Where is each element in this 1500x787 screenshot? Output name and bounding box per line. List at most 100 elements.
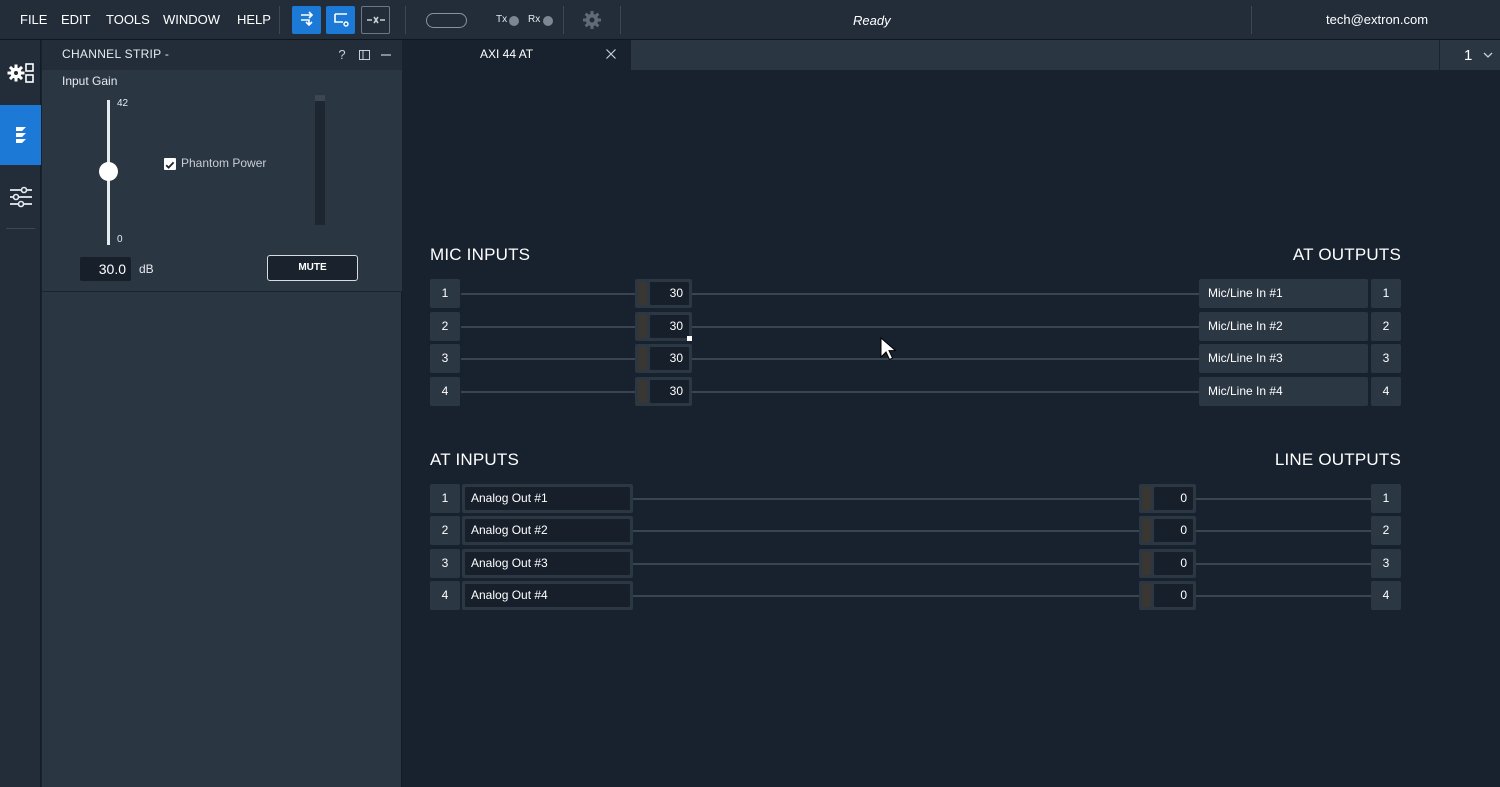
- signal-line: [692, 325, 1199, 328]
- mic-input-number[interactable]: 1: [430, 279, 460, 308]
- line-gain-value[interactable]: 0: [1154, 551, 1193, 575]
- gain-unit-label: dB: [139, 262, 154, 276]
- toolbar-divider: [279, 6, 280, 34]
- at-input-number[interactable]: 4: [430, 581, 460, 610]
- minimize-icon[interactable]: [378, 40, 394, 70]
- mic-gain-control[interactable]: 30: [635, 279, 692, 308]
- gain-bar: [1142, 519, 1151, 542]
- line-gain-control[interactable]: 0: [1139, 483, 1196, 513]
- signal-line: [632, 562, 1139, 565]
- live-toggle[interactable]: [426, 13, 467, 28]
- tx-label: Tx: [496, 14, 508, 25]
- at-output-number[interactable]: 4: [1371, 376, 1401, 406]
- line-gain-control[interactable]: 0: [1139, 548, 1196, 578]
- rail-mixer[interactable]: [0, 167, 41, 227]
- tab-axi-44-at[interactable]: AXI 44 AT: [403, 40, 631, 70]
- mic-gain-value[interactable]: 30: [650, 379, 689, 403]
- rail-device-settings[interactable]: [0, 43, 41, 103]
- mic-input-number[interactable]: 3: [430, 344, 460, 373]
- at-output-number[interactable]: 3: [1371, 344, 1401, 373]
- line-output-number[interactable]: 3: [1371, 548, 1401, 578]
- line-output-number[interactable]: 4: [1371, 581, 1401, 610]
- at-input-name-box[interactable]: Analog Out #2: [462, 516, 633, 545]
- at-input-name[interactable]: Analog Out #1: [465, 486, 630, 510]
- mute-button[interactable]: MUTE: [267, 255, 358, 281]
- at-input-name-box[interactable]: Analog Out #3: [462, 548, 633, 578]
- mic-gain-value[interactable]: 30: [650, 314, 689, 338]
- disconnect-button[interactable]: [361, 6, 390, 34]
- at-input-name[interactable]: Analog Out #2: [465, 519, 630, 542]
- gain-min-label: 0: [117, 234, 123, 245]
- signal-line: [1196, 497, 1371, 500]
- at-input-name-box[interactable]: Analog Out #1: [462, 483, 633, 513]
- sliders-icon: [9, 186, 32, 208]
- menu-window[interactable]: WINDOW: [163, 0, 220, 40]
- gain-bar: [1142, 486, 1151, 510]
- line-gain-value[interactable]: 0: [1154, 519, 1193, 542]
- gear-icon: [582, 11, 601, 29]
- at-output-name[interactable]: Mic/Line In #3: [1199, 344, 1368, 373]
- mic-input-number[interactable]: 2: [430, 311, 460, 341]
- signal-line: [692, 358, 1199, 360]
- line-output-number[interactable]: 2: [1371, 516, 1401, 545]
- line-gain-value[interactable]: 0: [1154, 584, 1193, 607]
- signal-line: [461, 325, 635, 328]
- line-gain-control[interactable]: 0: [1139, 516, 1196, 545]
- signal-line: [1196, 595, 1371, 597]
- route-return-icon: [333, 13, 349, 27]
- phantom-power-checkbox[interactable]: [164, 158, 176, 170]
- mic-gain-value[interactable]: 30: [650, 282, 689, 305]
- meter-peak: [315, 95, 325, 101]
- line-gain-value[interactable]: 0: [1154, 486, 1193, 510]
- at-input-name[interactable]: Analog Out #4: [465, 584, 630, 607]
- route-return-button[interactable]: [326, 6, 355, 34]
- mic-gain-control[interactable]: 30: [635, 376, 692, 406]
- menu-tools[interactable]: TOOLS: [106, 0, 150, 40]
- gain-value-field[interactable]: 30.0: [80, 257, 131, 281]
- dock-icon[interactable]: [356, 40, 372, 70]
- panel-header: CHANNEL STRIP - ?: [42, 40, 402, 70]
- settings-button[interactable]: [577, 6, 606, 34]
- mic-gain-value[interactable]: 30: [650, 347, 689, 370]
- at-input-number[interactable]: 1: [430, 483, 460, 513]
- at-output-name[interactable]: Mic/Line In #2: [1199, 311, 1368, 341]
- toolbar-divider: [1251, 6, 1252, 34]
- at-input-number[interactable]: 2: [430, 516, 460, 545]
- signal-line: [632, 497, 1139, 500]
- mic-input-number[interactable]: 4: [430, 376, 460, 406]
- help-icon[interactable]: ?: [334, 40, 350, 70]
- at-input-name[interactable]: Analog Out #3: [465, 551, 630, 575]
- page-selector[interactable]: 1: [1439, 40, 1500, 70]
- chevron-down-icon: [1483, 40, 1493, 70]
- at-output-number[interactable]: 2: [1371, 311, 1401, 341]
- line-output-number[interactable]: 1: [1371, 483, 1401, 513]
- toolbar-divider: [620, 6, 621, 34]
- user-account[interactable]: tech@extron.com: [1326, 0, 1428, 40]
- mouse-pointer-icon: [880, 337, 896, 361]
- menu-help[interactable]: HELP: [237, 0, 271, 40]
- at-input-name-box[interactable]: Analog Out #4: [462, 581, 633, 610]
- slider-thumb[interactable]: [99, 161, 118, 181]
- signal-line: [1196, 530, 1371, 532]
- line-gain-control[interactable]: 0: [1139, 581, 1196, 610]
- signal-line: [1196, 562, 1371, 565]
- level-meter: [315, 95, 325, 225]
- status-text: Ready: [853, 13, 891, 28]
- rail-routing[interactable]: [0, 105, 41, 165]
- route-forward-button[interactable]: [292, 6, 321, 34]
- mic-gain-control[interactable]: 30: [635, 311, 692, 341]
- mic-inputs-title: MIC INPUTS: [430, 245, 531, 264]
- gain-bar: [1142, 584, 1151, 607]
- gain-bar: [638, 379, 647, 403]
- at-input-number[interactable]: 3: [430, 548, 460, 578]
- at-output-number[interactable]: 1: [1371, 279, 1401, 308]
- close-icon[interactable]: [606, 40, 616, 69]
- resize-handle[interactable]: [687, 336, 692, 341]
- at-output-name[interactable]: Mic/Line In #1: [1199, 279, 1368, 308]
- menu-file[interactable]: FILE: [20, 0, 47, 40]
- channel-strip-panel: CHANNEL STRIP - ? Input Gain 42 0 30.0 d…: [42, 40, 402, 787]
- menu-edit[interactable]: EDIT: [61, 0, 91, 40]
- at-output-name[interactable]: Mic/Line In #4: [1199, 376, 1368, 406]
- mic-gain-control[interactable]: 30: [635, 344, 692, 373]
- routing-icon: [15, 127, 26, 143]
